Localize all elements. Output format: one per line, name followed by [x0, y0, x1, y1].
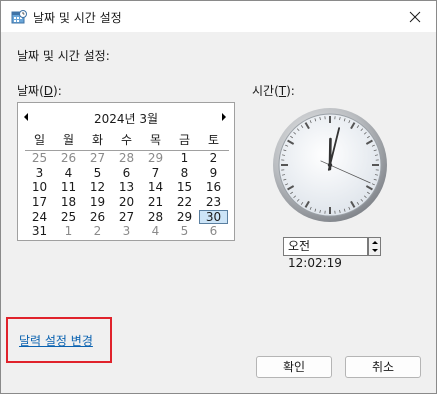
ok-button[interactable]: 확인 — [256, 356, 332, 378]
calendar-day[interactable]: 1 — [170, 151, 199, 166]
calendar-day[interactable]: 25 — [54, 210, 83, 225]
calendar-day[interactable]: 24 — [25, 210, 54, 225]
calendar-day[interactable]: 4 — [54, 166, 83, 181]
calendar-day[interactable]: 3 — [25, 166, 54, 181]
calendar-day[interactable]: 23 — [199, 195, 228, 210]
spin-down-icon[interactable] — [369, 247, 380, 255]
time-spinner[interactable] — [368, 237, 381, 256]
calendar-days: 25 26 27 28 29 1 2 3 4 5 6 7 8 9 10 11 12 13 14 15 16 17 18 19 2… — [25, 151, 228, 239]
calendar-day[interactable]: 12 — [83, 180, 112, 195]
calendar-day[interactable]: 14 — [141, 180, 170, 195]
calendar-day[interactable]: 8 — [170, 166, 199, 181]
spin-up-icon[interactable] — [369, 238, 380, 246]
date-label: 날짜(D): — [17, 84, 62, 98]
calendar-day[interactable]: 21 — [141, 195, 170, 210]
page-heading: 날짜 및 시간 설정: — [17, 49, 110, 63]
next-month-icon[interactable] — [222, 113, 226, 121]
calendar-day[interactable]: 2 — [199, 151, 228, 166]
calendar-day[interactable]: 4 — [141, 224, 170, 239]
calendar-day[interactable]: 9 — [199, 166, 228, 181]
calendar-day[interactable]: 30 — [199, 209, 228, 225]
window-title: 날짜 및 시간 설정 — [33, 11, 122, 25]
calendar-day[interactable]: 26 — [54, 151, 83, 166]
time-input[interactable]: 오전 12:02:19 — [283, 237, 368, 270]
time-label: 시간(T): — [252, 84, 295, 98]
clock-center — [327, 162, 333, 168]
title-bar: 날짜 및 시간 설정 — [1, 1, 436, 32]
calendar-day[interactable]: 19 — [83, 195, 112, 210]
calendar-day[interactable]: 26 — [83, 210, 112, 225]
calendar-day[interactable]: 6 — [199, 224, 228, 239]
close-button[interactable] — [394, 1, 436, 32]
calendar-day[interactable]: 11 — [54, 180, 83, 195]
calendar-day[interactable]: 25 — [25, 151, 54, 166]
cancel-button[interactable]: 취소 — [345, 356, 421, 378]
calendar-day[interactable]: 27 — [83, 151, 112, 166]
weekday-header-cell: 목 — [149, 133, 162, 147]
calendar-day[interactable]: 6 — [112, 166, 141, 181]
calendar-day[interactable]: 5 — [83, 166, 112, 181]
calendar-day[interactable]: 29 — [170, 210, 199, 225]
calendar-day[interactable]: 28 — [141, 210, 170, 225]
highlight-box: 달력 설정 변경 — [6, 317, 112, 363]
calendar-month-title[interactable]: 2024년 3월 — [18, 110, 234, 126]
calendar-day[interactable]: 1 — [54, 224, 83, 239]
date-time-dialog: 날짜 및 시간 설정 날짜 및 시간 설정: 날짜(D): 시간(T): 202… — [0, 0, 437, 394]
weekday-header-cell: 수 — [120, 133, 133, 147]
calendar-day[interactable]: 29 — [141, 151, 170, 166]
weekday-header: 일월화수목금토 — [25, 132, 229, 148]
calendar[interactable]: 2024년 3월 일월화수목금토 25 26 27 28 29 1 2 3 4 5 6 7 8 9 10 11… — [17, 102, 235, 241]
weekday-header-cell: 월 — [62, 133, 75, 147]
calendar-day[interactable]: 27 — [112, 210, 141, 225]
calendar-day[interactable]: 20 — [112, 195, 141, 210]
calendar-day[interactable]: 10 — [25, 180, 54, 195]
weekday-header-cell: 화 — [91, 133, 104, 147]
calendar-day[interactable]: 18 — [54, 195, 83, 210]
calendar-day[interactable]: 13 — [112, 180, 141, 195]
change-calendar-settings-link[interactable]: 달력 설정 변경 — [19, 332, 93, 349]
calendar-day[interactable]: 22 — [170, 195, 199, 210]
analog-clock — [273, 108, 387, 222]
weekday-header-cell: 금 — [178, 133, 191, 147]
calendar-day[interactable]: 28 — [112, 151, 141, 166]
calendar-day[interactable]: 17 — [25, 195, 54, 210]
calendar-day[interactable]: 16 — [199, 180, 228, 195]
calendar-day[interactable]: 3 — [112, 224, 141, 239]
calendar-day[interactable]: 15 — [170, 180, 199, 195]
close-icon — [409, 11, 421, 22]
weekday-header-cell: 일 — [33, 133, 46, 147]
calendar-day[interactable]: 2 — [83, 224, 112, 239]
calendar-day[interactable]: 5 — [170, 224, 199, 239]
weekday-header-cell: 토 — [207, 133, 220, 147]
calendar-day[interactable]: 7 — [141, 166, 170, 181]
calendar-day[interactable]: 31 — [25, 224, 54, 239]
date-time-settings-icon — [11, 9, 27, 25]
